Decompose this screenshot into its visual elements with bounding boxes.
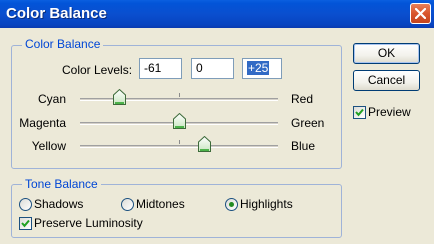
- close-button[interactable]: [410, 3, 431, 24]
- preview-label[interactable]: Preview: [368, 105, 411, 119]
- highlights-radio[interactable]: [225, 198, 238, 211]
- blue-label: Blue: [291, 139, 316, 153]
- yellow-blue-slider-track[interactable]: [80, 145, 278, 148]
- magenta-green-slider-thumb[interactable]: [173, 113, 186, 129]
- close-icon: [415, 8, 426, 19]
- color-levels-label: Color Levels:: [62, 63, 133, 77]
- shadows-radio[interactable]: [19, 198, 32, 211]
- title-bar[interactable]: Color Balance: [0, 0, 434, 28]
- cyan-label: Cyan: [37, 92, 66, 106]
- highlights-label[interactable]: Highlights: [240, 197, 293, 211]
- midtones-label[interactable]: Midtones: [136, 197, 185, 211]
- preview-checkbox[interactable]: [353, 106, 366, 119]
- cyan-red-slider-thumb[interactable]: [112, 89, 126, 105]
- color-balance-dialog: Color Balance Color Balance Color Levels…: [0, 0, 434, 244]
- ok-button[interactable]: OK: [353, 43, 420, 64]
- window-title: Color Balance: [6, 5, 107, 22]
- green-label: Green: [291, 116, 325, 130]
- magenta-label: Magenta: [19, 116, 66, 130]
- yellow-label: Yellow: [31, 139, 66, 153]
- radio-selected-dot: [229, 202, 234, 207]
- preserve-luminosity-label[interactable]: Preserve Luminosity: [34, 216, 143, 230]
- cyan-red-level-field[interactable]: -61: [139, 58, 182, 79]
- cancel-button[interactable]: Cancel: [353, 70, 420, 91]
- shadows-label[interactable]: Shadows: [34, 197, 83, 211]
- yellow-blue-slider-thumb[interactable]: [197, 136, 211, 152]
- yellow-blue-level-field[interactable]: +25: [242, 58, 282, 79]
- cyan-red-center-tick: [179, 93, 180, 97]
- magenta-green-level-field[interactable]: 0: [191, 58, 234, 79]
- cyan-red-slider-track[interactable]: [80, 98, 278, 101]
- tone-balance-group-label: Tone Balance: [22, 177, 101, 191]
- checkmark-icon: [355, 108, 364, 117]
- midtones-radio[interactable]: [121, 198, 134, 211]
- yellow-blue-center-tick: [179, 140, 180, 144]
- preserve-luminosity-checkbox[interactable]: [19, 217, 32, 230]
- checkmark-icon: [21, 219, 30, 228]
- color-balance-group-label: Color Balance: [22, 37, 104, 51]
- red-label: Red: [291, 92, 314, 106]
